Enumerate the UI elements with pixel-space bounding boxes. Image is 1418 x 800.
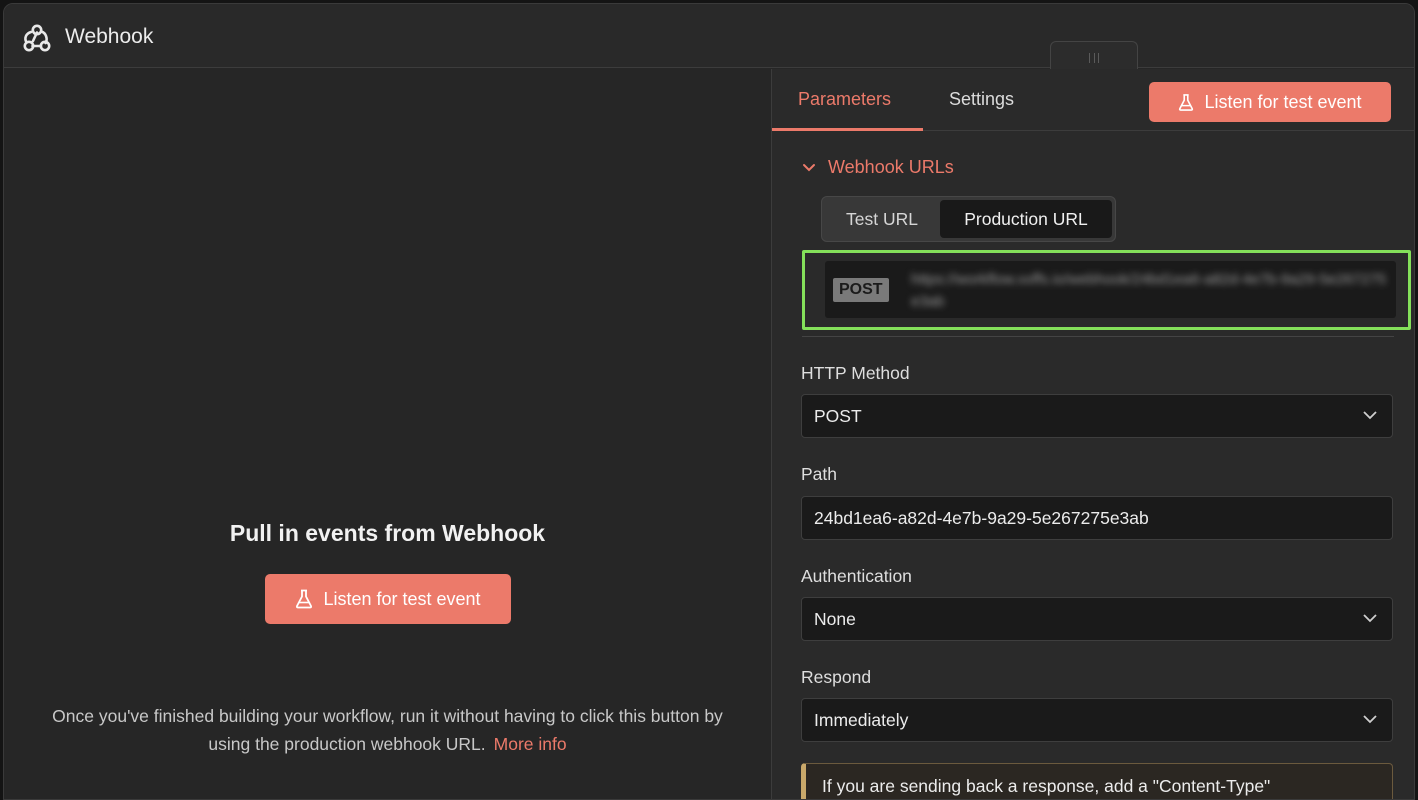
http-method-label: HTTP Method [801, 363, 910, 383]
window-title: Webhook [65, 25, 154, 48]
flask-icon [1179, 93, 1194, 111]
webhook-node-window: Webhook Pull in events from Webhook List… [3, 3, 1415, 800]
tab-parameters[interactable]: Parameters [798, 89, 891, 110]
empty-state-heading: Pull in events from Webhook [229, 520, 546, 546]
path-value: 24bd1ea6-a82d-4e7b-9a29-5e267275e3ab [814, 508, 1149, 528]
test-url-option[interactable]: Test URL [825, 200, 939, 238]
authentication-select[interactable]: None [801, 597, 1393, 641]
parameters-panel: Parameters Settings Listen for test even… [772, 69, 1414, 799]
listen-button-label: Listen for test event [1204, 91, 1362, 112]
more-info-link[interactable]: More info [494, 734, 567, 754]
active-tab-indicator [772, 128, 923, 131]
path-label: Path [801, 464, 837, 484]
webhook-url[interactable]: https://workflow.xxffs.io/webhook/24bd1e… [911, 269, 1391, 313]
webhook-urls-section-toggle[interactable]: Webhook URLs [802, 157, 954, 178]
chevron-down-icon [1363, 715, 1377, 724]
authentication-value: None [814, 609, 856, 629]
listen-button-label: Listen for test event [323, 588, 481, 609]
tab-settings[interactable]: Settings [949, 89, 1014, 110]
panel-tabs: Parameters Settings Listen for test even… [772, 69, 1414, 131]
url-type-toggle: Test URL Production URL [821, 196, 1116, 242]
respond-value: Immediately [814, 710, 909, 730]
panel-drag-handle[interactable] [1050, 41, 1138, 71]
url-highlight: POST https://workflow.xxffs.io/webhook/2… [802, 250, 1411, 330]
input-panel: Pull in events from Webhook Listen for t… [4, 69, 771, 799]
respond-label: Respond [801, 667, 872, 687]
listen-test-event-button[interactable]: Listen for test event [265, 574, 511, 624]
hint-text: Once you've finished building your workf… [52, 706, 723, 754]
webhook-url-box[interactable]: POST https://workflow.xxffs.io/webhook/2… [825, 261, 1396, 318]
respond-select[interactable]: Immediately [801, 698, 1393, 742]
chevron-down-icon [803, 163, 815, 171]
listen-test-event-button-header[interactable]: Listen for test event [1149, 82, 1391, 122]
flask-icon [296, 589, 313, 609]
http-method-value: POST [814, 406, 862, 426]
webhook-icon [23, 24, 51, 52]
authentication-label: Authentication [801, 566, 912, 586]
section-title: Webhook URLs [828, 157, 954, 177]
http-method-select[interactable]: POST [801, 394, 1393, 438]
production-url-hint: Once you've finished building your workf… [44, 702, 731, 758]
section-divider [802, 336, 1394, 337]
path-input[interactable]: 24bd1ea6-a82d-4e7b-9a29-5e267275e3ab [801, 496, 1393, 540]
method-badge: POST [833, 278, 889, 302]
chevron-down-icon [1363, 411, 1377, 420]
window-titlebar: Webhook [4, 4, 1414, 68]
production-url-option[interactable]: Production URL [940, 200, 1112, 238]
chevron-down-icon [1363, 614, 1377, 623]
content-type-notice: If you are sending back a response, add … [801, 763, 1393, 799]
grip-icon [1089, 53, 1099, 63]
